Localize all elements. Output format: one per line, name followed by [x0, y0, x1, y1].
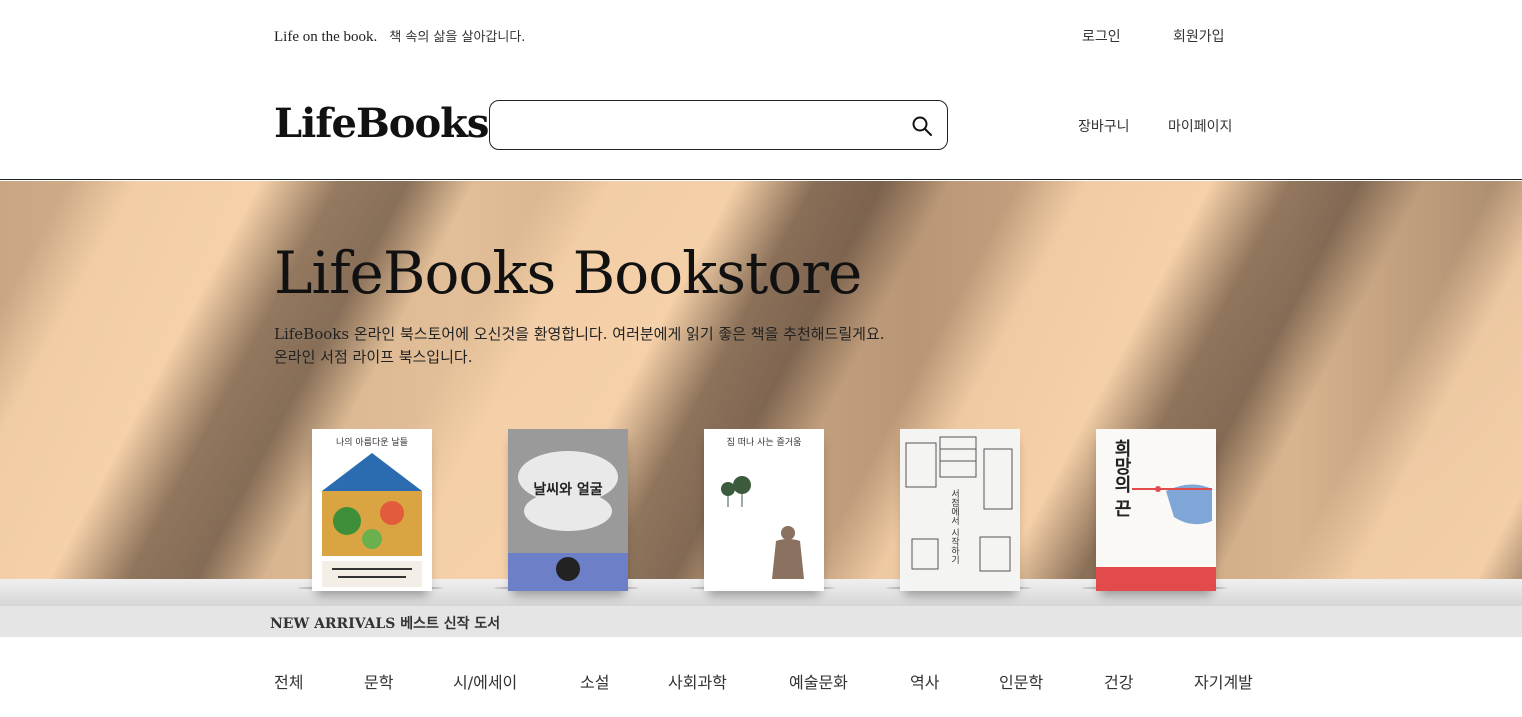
book-cover-1[interactable]: 나의 아름다운 날들	[312, 429, 432, 591]
mypage-link[interactable]: 마이페이지	[1168, 116, 1232, 136]
tagline-korean: 책 속의 삶을 살아갑니다.	[389, 30, 526, 45]
category-social-science[interactable]: 사회과학	[668, 669, 727, 693]
book-title: 날씨와 얼굴	[533, 482, 603, 498]
tagline: Life on the book. 책 속의 삶을 살아갑니다.	[274, 26, 525, 46]
hero-description-line1: LifeBooks 온라인 북스토어에 오신것을 환영합니다. 여러분에게 읽기…	[274, 325, 885, 343]
search-icon[interactable]	[911, 115, 933, 137]
book-title: 집 떠나 사는 즐거움	[726, 438, 802, 448]
category-novel[interactable]: 소설	[580, 669, 609, 693]
category-history[interactable]: 역사	[910, 669, 939, 693]
category-health[interactable]: 건강	[1104, 669, 1133, 693]
book-cover-5[interactable]: 희망의 끈	[1096, 429, 1216, 591]
book-cover-art	[721, 476, 804, 579]
cart-link[interactable]: 장바구니	[1078, 116, 1130, 136]
hero-description-line2: 온라인 서점 라이프 북스입니다.	[274, 348, 473, 366]
book-cover-art	[508, 429, 628, 591]
signup-link[interactable]: 회원가입	[1173, 26, 1225, 46]
logo[interactable]: LifeBooks	[274, 100, 489, 147]
category-poetry-essay[interactable]: 시/에세이	[453, 669, 517, 693]
category-literature[interactable]: 문학	[364, 669, 393, 693]
tagline-english: Life on the book.	[274, 29, 378, 45]
book-cover-4[interactable]: 서점에서 시작하기	[900, 429, 1020, 591]
book-title: 희망의 끈	[1111, 439, 1132, 518]
book-cover-2[interactable]: 날씨와 얼굴	[508, 429, 628, 591]
category-nav: 전체 문학 시/에세이 소설 사회과학 예술문화 역사 인문학 건강 자기계발	[0, 637, 1522, 717]
book-title: 나의 아름다운 날들	[336, 438, 408, 448]
shelf-label: NEW ARRIVALS 베스트 신작 도서	[270, 616, 501, 632]
header: LifeBooks 장바구니 마이페이지	[0, 70, 1522, 180]
hero-title: LifeBooks Bookstore	[274, 239, 862, 307]
shelf-label-bar: NEW ARRIVALS 베스트 신작 도서	[0, 606, 1522, 637]
book-cover-art	[322, 453, 422, 587]
hero-banner: LifeBooks Bookstore LifeBooks 온라인 북스토어에 …	[0, 181, 1522, 637]
book-cover-3[interactable]: 집 떠나 사는 즐거움	[704, 429, 824, 591]
category-all[interactable]: 전체	[274, 669, 303, 693]
search-box	[489, 100, 948, 150]
category-self-development[interactable]: 자기계발	[1194, 669, 1253, 693]
search-input[interactable]	[502, 111, 902, 139]
book-title: 서점에서 시작하기	[949, 489, 959, 564]
category-humanities[interactable]: 인문학	[999, 669, 1043, 693]
top-bar: Life on the book. 책 속의 삶을 살아갑니다. 로그인 회원가입	[0, 0, 1522, 70]
login-link[interactable]: 로그인	[1082, 26, 1121, 46]
hero-description: LifeBooks 온라인 북스토어에 오신것을 환영합니다. 여러분에게 읽기…	[274, 323, 885, 369]
category-arts-culture[interactable]: 예술문화	[789, 669, 848, 693]
